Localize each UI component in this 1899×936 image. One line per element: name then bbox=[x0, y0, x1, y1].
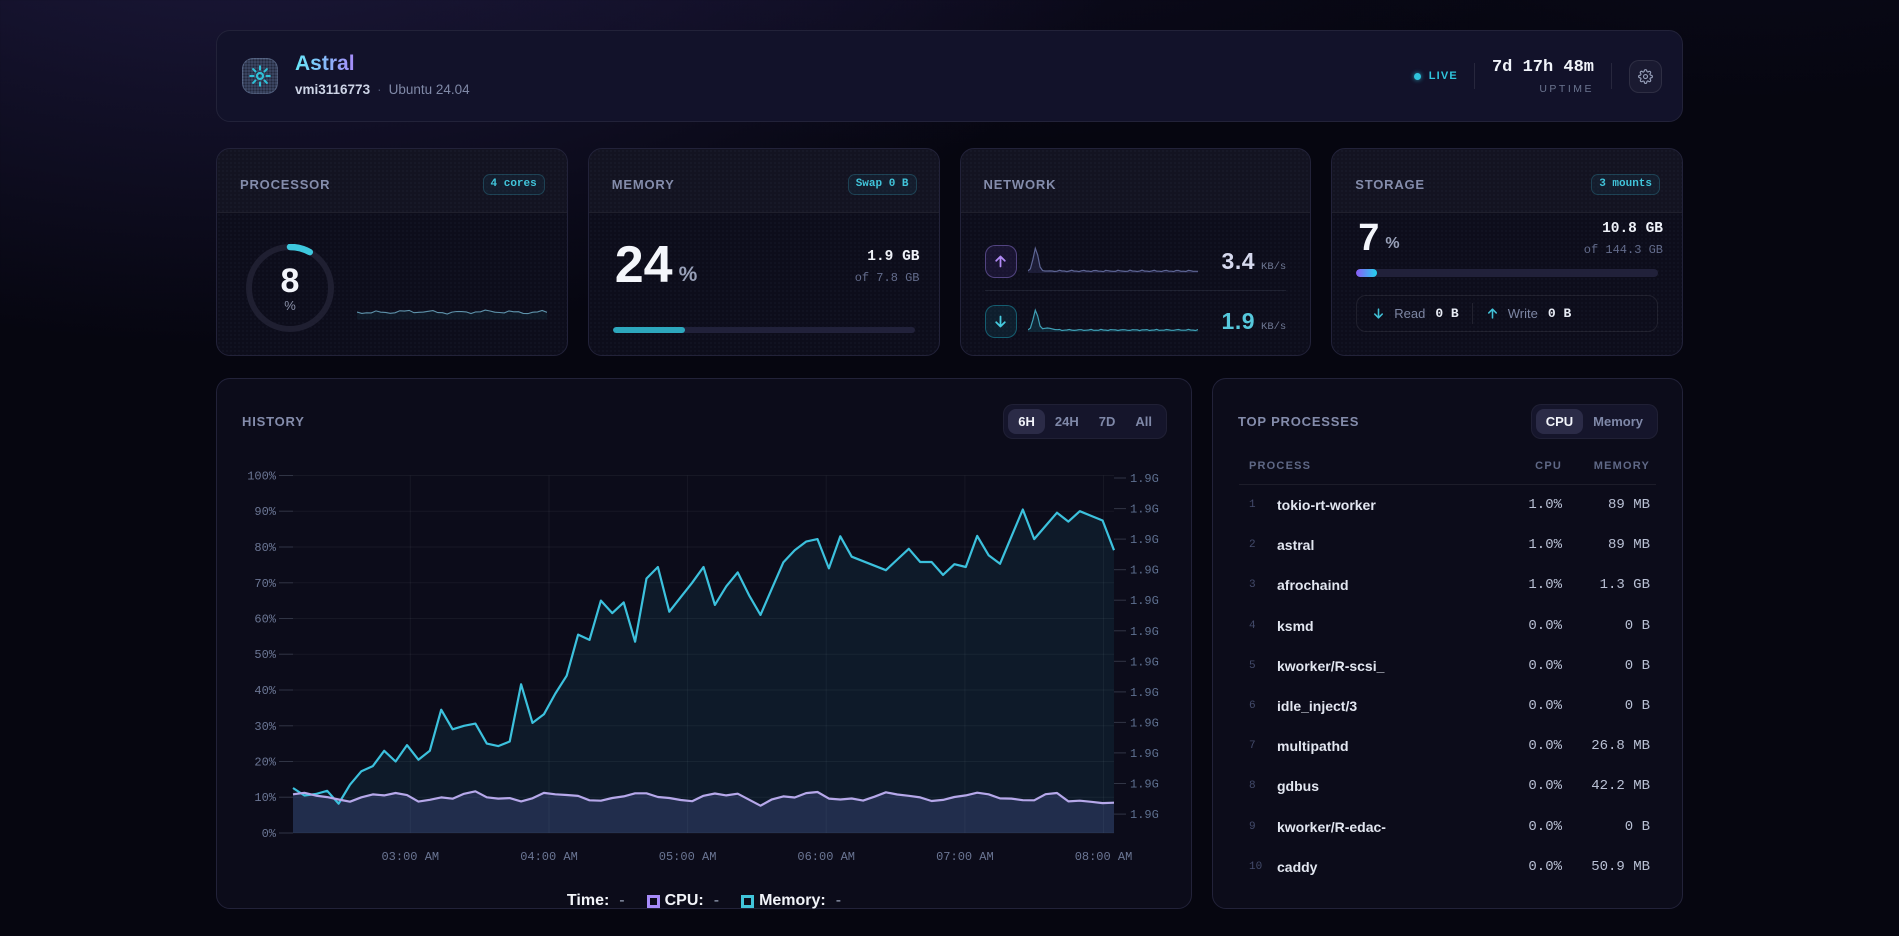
svg-text:1.9G: 1.9G bbox=[1130, 625, 1159, 639]
svg-text:1.9G: 1.9G bbox=[1130, 778, 1159, 792]
svg-text:1.9G: 1.9G bbox=[1130, 472, 1159, 486]
svg-text:1.9G: 1.9G bbox=[1130, 716, 1159, 730]
svg-text:90%: 90% bbox=[254, 505, 276, 519]
svg-text:1.9G: 1.9G bbox=[1130, 747, 1159, 761]
svg-text:05:00 AM: 05:00 AM bbox=[659, 850, 717, 864]
svg-text:80%: 80% bbox=[254, 541, 276, 555]
svg-text:04:00 AM: 04:00 AM bbox=[520, 850, 578, 864]
svg-text:100%: 100% bbox=[247, 470, 277, 484]
svg-text:1.9G: 1.9G bbox=[1130, 503, 1159, 517]
svg-text:1.9G: 1.9G bbox=[1130, 686, 1159, 700]
svg-text:1.9G: 1.9G bbox=[1130, 594, 1159, 608]
svg-text:1.9G: 1.9G bbox=[1130, 655, 1159, 669]
svg-text:08:00 AM: 08:00 AM bbox=[1075, 850, 1133, 864]
svg-text:50%: 50% bbox=[254, 648, 276, 662]
svg-text:30%: 30% bbox=[254, 720, 276, 734]
svg-text:03:00 AM: 03:00 AM bbox=[381, 850, 439, 864]
svg-text:1.9G: 1.9G bbox=[1130, 564, 1159, 578]
svg-text:70%: 70% bbox=[254, 577, 276, 591]
svg-text:10%: 10% bbox=[254, 791, 276, 805]
svg-text:1.9G: 1.9G bbox=[1130, 533, 1159, 547]
svg-text:60%: 60% bbox=[254, 613, 276, 627]
svg-text:1.9G: 1.9G bbox=[1130, 808, 1159, 822]
svg-text:07:00 AM: 07:00 AM bbox=[936, 850, 994, 864]
svg-text:20%: 20% bbox=[254, 756, 276, 770]
svg-text:40%: 40% bbox=[254, 684, 276, 698]
svg-text:0%: 0% bbox=[262, 827, 277, 841]
svg-text:06:00 AM: 06:00 AM bbox=[797, 850, 855, 864]
